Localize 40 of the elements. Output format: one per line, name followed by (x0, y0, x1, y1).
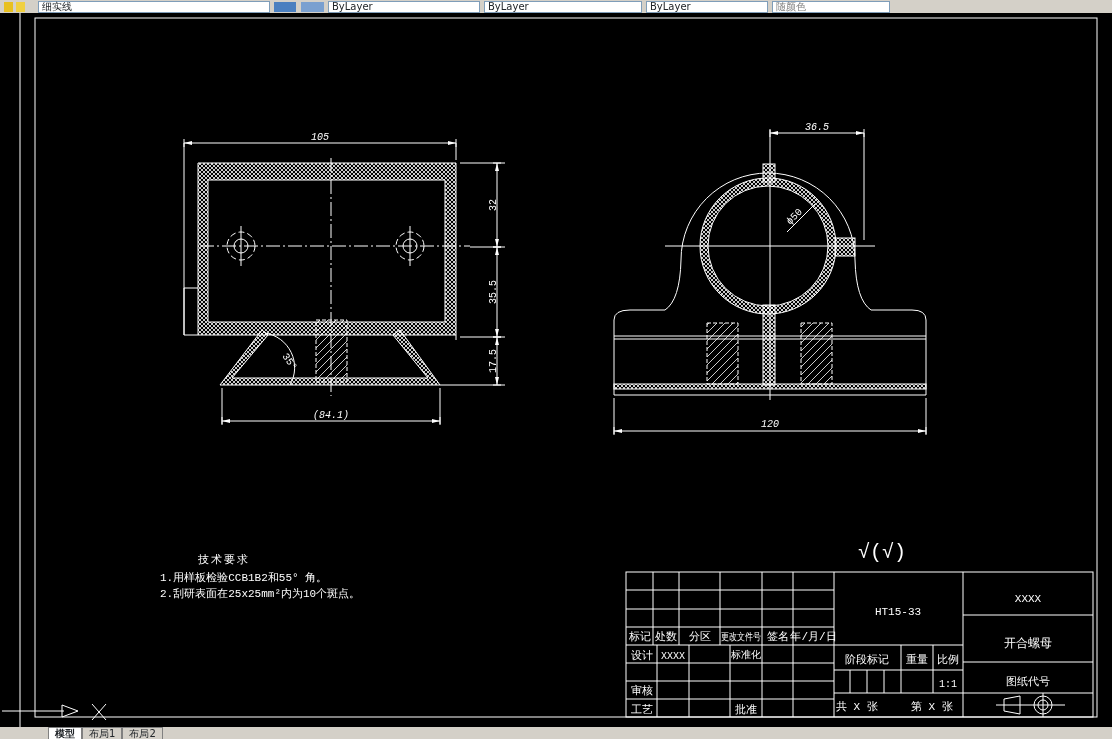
title-block-label: 分区 (688, 631, 711, 643)
notes-heading: 技术要求 (198, 554, 250, 566)
title-block-label: 比例 (937, 654, 959, 666)
lineweight-dropdown[interactable]: ByLayer (484, 0, 642, 13)
roughness-symbol: √(√) (858, 541, 906, 564)
dimension-text: 36.5 (805, 122, 829, 133)
title-block-label: 审核 (630, 685, 653, 697)
title-block-label: 第 X 张 (911, 701, 953, 713)
title-block-label: 工艺 (630, 704, 653, 716)
color-dropdown[interactable]: 随颜色 (772, 0, 890, 13)
title-block-value: HT15-33 (874, 606, 922, 618)
title-block-label: 重量 (906, 654, 928, 666)
linetype-dropdown[interactable]: ByLayer (328, 0, 480, 13)
ucs-icon (1, 703, 107, 721)
plotstyle-dropdown[interactable]: ByLayer (646, 0, 768, 13)
title-block-value: XXXX (1014, 593, 1042, 605)
note-text: 1.用样板检验CCB1B2和55° 角。 (160, 572, 328, 584)
note-text: 2.刮研表面在25x25mm²内为10个斑点。 (160, 588, 361, 600)
title-block-label: 标准化 (731, 650, 761, 661)
title-block-label: 年/月/日 (790, 631, 837, 643)
dimension-text: 105 (311, 132, 329, 143)
title-block-label: 共 X 张 (836, 701, 878, 713)
title-block-value: XXXX (661, 651, 685, 662)
title-block-label: 标记 (628, 631, 651, 643)
dimension-text: (84.1) (313, 410, 349, 421)
dimension-text: 32 (488, 199, 499, 211)
projection-symbol-icon (995, 692, 1066, 718)
title-block-label: 图纸代号 (1006, 676, 1050, 688)
dimension-text: 35° (279, 351, 299, 373)
dimension-text: 120 (761, 419, 779, 430)
title-block-label: 设计 (630, 650, 653, 662)
title-block-value: 开合螺母 (1004, 637, 1052, 651)
title-block-value: 1:1 (939, 679, 957, 690)
dimension-text: ϕ50 (784, 206, 805, 228)
dimension-text: 17.5 (488, 349, 499, 373)
title-block-label: 处数 (655, 631, 677, 643)
title-block-label: 批准 (735, 704, 757, 716)
layer-dropdown[interactable]: 细实线 (38, 0, 270, 13)
dimension-text: 35.5 (488, 280, 499, 304)
title-block-label: 阶段标记 (845, 654, 889, 666)
